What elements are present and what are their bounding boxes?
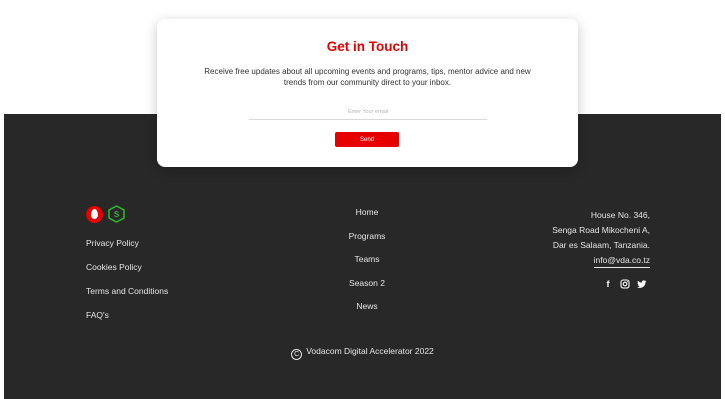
vodacom-logo-icon	[86, 205, 103, 223]
footer-nav: Home Programs Teams Season 2 News	[317, 206, 417, 324]
contact-email-link[interactable]: info@vda.co.tz	[593, 254, 650, 268]
terms-link[interactable]: Terms and Conditions	[86, 285, 168, 309]
faq-link[interactable]: FAQ's	[86, 309, 168, 333]
address-line-1: House No. 346,	[590, 210, 650, 220]
svg-text:S: S	[114, 210, 120, 219]
nav-news[interactable]: News	[317, 300, 417, 324]
instagram-icon[interactable]	[620, 279, 630, 289]
brand-logos: S	[86, 205, 125, 223]
copyright: C Vodacom Digital Accelerator 2022	[0, 346, 725, 360]
social-links: f	[603, 279, 647, 289]
address-block: House No. 346, Senga Road Mikocheni A, D…	[552, 208, 650, 268]
privacy-policy-link[interactable]: Privacy Policy	[86, 237, 168, 261]
twitter-icon[interactable]	[637, 279, 647, 289]
legal-links: Privacy Policy Cookies Policy Terms and …	[86, 237, 168, 333]
address-line-2: Senga Road Mikocheni A,	[552, 225, 650, 235]
nav-season-2[interactable]: Season 2	[317, 277, 417, 301]
facebook-icon[interactable]: f	[603, 279, 613, 289]
accelerator-hex-logo-icon: S	[108, 205, 125, 223]
page: Get in Touch Receive free updates about …	[0, 0, 725, 399]
cookies-policy-link[interactable]: Cookies Policy	[86, 261, 168, 285]
newsletter-title: Get in Touch	[326, 39, 409, 54]
email-input[interactable]	[249, 105, 487, 120]
nav-programs[interactable]: Programs	[317, 230, 417, 254]
newsletter-card: Get in Touch Receive free updates about …	[157, 19, 578, 167]
copyright-icon: C	[291, 349, 303, 360]
send-button[interactable]: Send	[335, 132, 399, 147]
copyright-text: Vodacom Digital Accelerator 2022	[306, 346, 434, 356]
nav-teams[interactable]: Teams	[317, 253, 417, 277]
nav-home[interactable]: Home	[317, 206, 417, 230]
newsletter-description: Receive free updates about all upcoming …	[204, 67, 531, 87]
address-line-3: Dar es Salaam, Tanzania.	[552, 240, 650, 250]
